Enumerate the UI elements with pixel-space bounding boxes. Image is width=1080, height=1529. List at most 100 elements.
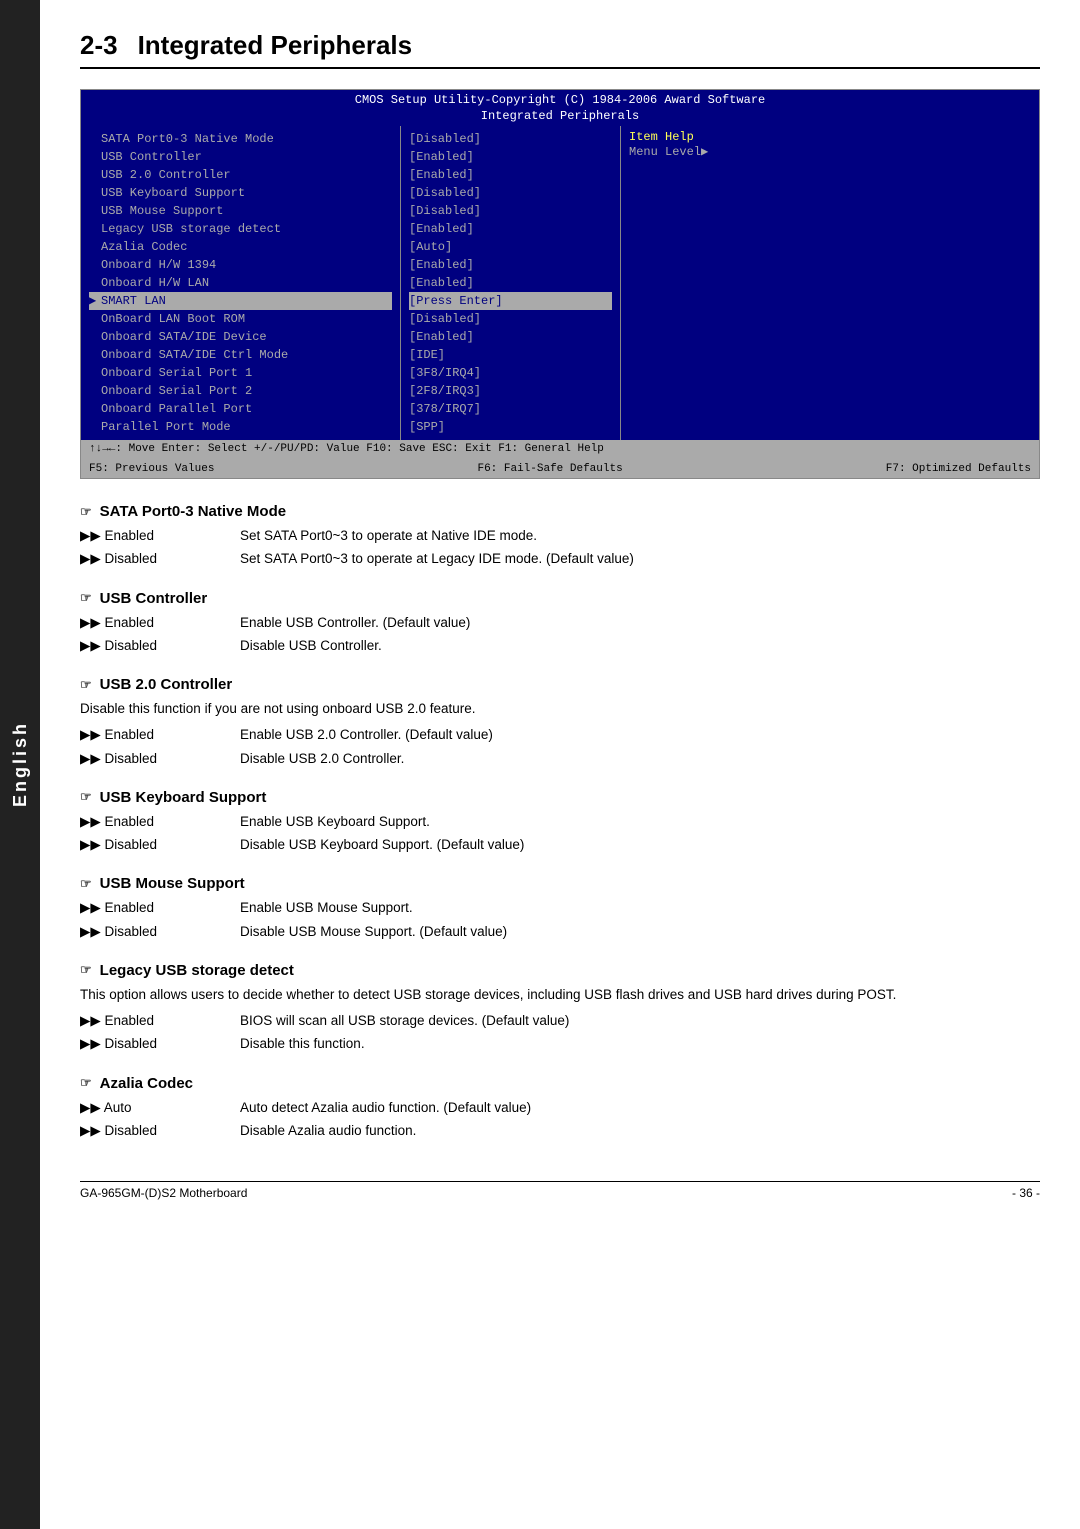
desc-section-usb-controller: ☞ USB Controller ▶▶ Enabled Enable USB C… xyxy=(80,590,1040,657)
desc-section-sata-port: ☞ SATA Port0-3 Native Mode ▶▶ Enabled Se… xyxy=(80,503,1040,570)
option-desc: Disable USB 2.0 Controller. xyxy=(240,749,1040,769)
desc-option: ▶▶ Disabled Disable USB Controller. xyxy=(80,636,1040,656)
desc-option: ▶▶ Enabled Set SATA Port0~3 to operate a… xyxy=(80,526,1040,546)
bios-setup-box: CMOS Setup Utility-Copyright (C) 1984-20… xyxy=(80,89,1040,479)
section-arrow-icon: ☞ xyxy=(80,590,92,606)
section-arrow-icon: ☞ xyxy=(80,677,92,693)
bios-footer-nav: ↑↓→←: Move Enter: Select +/-/PU/PD: Valu… xyxy=(89,443,604,455)
desc-para: This option allows users to decide wheth… xyxy=(80,985,1040,1005)
main-content: 2-3Integrated Peripherals CMOS Setup Uti… xyxy=(40,0,1080,1240)
desc-heading-text: USB Controller xyxy=(100,590,208,607)
option-desc: Disable USB Mouse Support. (Default valu… xyxy=(240,922,1040,942)
bios-footer-row1: ↑↓→←: Move Enter: Select +/-/PU/PD: Valu… xyxy=(89,443,1031,455)
option-desc: Enable USB Keyboard Support. xyxy=(240,812,1040,832)
option-label: ▶▶ Disabled xyxy=(80,1034,240,1054)
sidebar: English xyxy=(0,0,40,1529)
option-desc: Disable USB Keyboard Support. (Default v… xyxy=(240,835,1040,855)
desc-heading-text: Legacy USB storage detect xyxy=(100,962,294,979)
option-desc: BIOS will scan all USB storage devices. … xyxy=(240,1011,1040,1031)
section-arrow-icon: ☞ xyxy=(80,504,92,520)
bios-help-column: Item Help Menu Level▶ xyxy=(621,126,1039,440)
bios-row: USB Keyboard Support xyxy=(89,184,392,202)
bios-value-row: [Enabled] xyxy=(409,328,612,346)
desc-option: ▶▶ Enabled Enable USB Keyboard Support. xyxy=(80,812,1040,832)
bios-value-row: [Disabled] xyxy=(409,310,612,328)
bios-values-column: [Disabled][Enabled][Enabled][Disabled][D… xyxy=(401,126,621,440)
bios-value-row: [Enabled] xyxy=(409,220,612,238)
bios-row: Onboard Serial Port 2 xyxy=(89,382,392,400)
bios-items-column: SATA Port0-3 Native Mode USB Controller … xyxy=(81,126,401,440)
section-arrow-icon: ☞ xyxy=(80,1075,92,1091)
desc-heading-text: SATA Port0-3 Native Mode xyxy=(100,503,286,520)
bios-value-row: [Press Enter] xyxy=(409,292,612,310)
sidebar-label: English xyxy=(10,721,31,807)
bios-value-row: [IDE] xyxy=(409,346,612,364)
option-desc: Disable USB Controller. xyxy=(240,636,1040,656)
desc-section-usb-20-controller: ☞ USB 2.0 Controller Disable this functi… xyxy=(80,676,1040,769)
footer-right: - 36 - xyxy=(1012,1186,1040,1200)
desc-para: Disable this function if you are not usi… xyxy=(80,699,1040,719)
bios-value-row: [Auto] xyxy=(409,238,612,256)
option-desc: Disable this function. xyxy=(240,1034,1040,1054)
desc-option: ▶▶ Enabled Enable USB Mouse Support. xyxy=(80,898,1040,918)
bios-value-row: [Enabled] xyxy=(409,148,612,166)
bios-footer-row2: F5: Previous Values F6: Fail-Safe Defaul… xyxy=(89,463,1031,475)
desc-section-usb-keyboard: ☞ USB Keyboard Support ▶▶ Enabled Enable… xyxy=(80,789,1040,856)
option-label: ▶▶ Disabled xyxy=(80,1121,240,1141)
item-help-title: Item Help xyxy=(629,130,1031,144)
desc-heading: ☞ USB Mouse Support xyxy=(80,875,1040,892)
option-desc: Set SATA Port0~3 to operate at Legacy ID… xyxy=(240,549,1040,569)
desc-option: ▶▶ Disabled Disable Azalia audio functio… xyxy=(80,1121,1040,1141)
option-desc: Enable USB Controller. (Default value) xyxy=(240,613,1040,633)
bios-header-line2: Integrated Peripherals xyxy=(81,108,1039,124)
desc-heading: ☞ USB Controller xyxy=(80,590,1040,607)
bios-row: Onboard Serial Port 1 xyxy=(89,364,392,382)
bios-row: Onboard Parallel Port xyxy=(89,400,392,418)
desc-option: ▶▶ Enabled Enable USB Controller. (Defau… xyxy=(80,613,1040,633)
section-arrow-icon: ☞ xyxy=(80,962,92,978)
desc-heading: ☞ USB 2.0 Controller xyxy=(80,676,1040,693)
option-label: ▶▶ Disabled xyxy=(80,922,240,942)
bios-row: Onboard SATA/IDE Device xyxy=(89,328,392,346)
desc-option: ▶▶ Disabled Disable USB Mouse Support. (… xyxy=(80,922,1040,942)
desc-option: ▶▶ Enabled Enable USB 2.0 Controller. (D… xyxy=(80,725,1040,745)
bios-footer-f5: F5: Previous Values xyxy=(89,463,214,475)
option-label: ▶▶ Auto xyxy=(80,1098,240,1118)
desc-heading-text: USB 2.0 Controller xyxy=(100,676,233,693)
option-label: ▶▶ Enabled xyxy=(80,725,240,745)
option-desc: Auto detect Azalia audio function. (Defa… xyxy=(240,1098,1040,1118)
option-label: ▶▶ Enabled xyxy=(80,613,240,633)
bios-row: USB Mouse Support xyxy=(89,202,392,220)
option-desc: Disable Azalia audio function. xyxy=(240,1121,1040,1141)
option-desc: Set SATA Port0~3 to operate at Native ID… xyxy=(240,526,1040,546)
desc-heading-text: Azalia Codec xyxy=(100,1075,193,1092)
bios-footer-f6: F6: Fail-Safe Defaults xyxy=(477,463,622,475)
option-label: ▶▶ Disabled xyxy=(80,749,240,769)
bios-value-row: [SPP] xyxy=(409,418,612,436)
desc-option: ▶▶ Enabled BIOS will scan all USB storag… xyxy=(80,1011,1040,1031)
footer-left: GA-965GM-(D)S2 Motherboard xyxy=(80,1186,247,1200)
bios-row: Onboard SATA/IDE Ctrl Mode xyxy=(89,346,392,364)
option-label: ▶▶ Enabled xyxy=(80,526,240,546)
bios-row: OnBoard LAN Boot ROM xyxy=(89,310,392,328)
bios-value-row: [378/IRQ7] xyxy=(409,400,612,418)
bios-value-row: [3F8/IRQ4] xyxy=(409,364,612,382)
description-container: ☞ SATA Port0-3 Native Mode ▶▶ Enabled Se… xyxy=(80,503,1040,1141)
bios-body: SATA Port0-3 Native Mode USB Controller … xyxy=(81,126,1039,440)
bios-value-row: [Disabled] xyxy=(409,202,612,220)
bios-footer-f7: F7: Optimized Defaults xyxy=(886,463,1031,475)
bios-header: CMOS Setup Utility-Copyright (C) 1984-20… xyxy=(81,90,1039,126)
option-label: ▶▶ Disabled xyxy=(80,835,240,855)
section-arrow-icon: ☞ xyxy=(80,789,92,805)
bios-footer: ↑↓→←: Move Enter: Select +/-/PU/PD: Valu… xyxy=(81,440,1039,478)
option-label: ▶▶ Disabled xyxy=(80,636,240,656)
bios-row: SATA Port0-3 Native Mode xyxy=(89,130,392,148)
option-label: ▶▶ Enabled xyxy=(80,1011,240,1031)
bios-header-line1: CMOS Setup Utility-Copyright (C) 1984-20… xyxy=(81,92,1039,108)
desc-heading: ☞ SATA Port0-3 Native Mode xyxy=(80,503,1040,520)
option-desc: Enable USB 2.0 Controller. (Default valu… xyxy=(240,725,1040,745)
desc-option: ▶▶ Disabled Set SATA Port0~3 to operate … xyxy=(80,549,1040,569)
bios-row: Onboard H/W 1394 xyxy=(89,256,392,274)
bios-row: USB 2.0 Controller xyxy=(89,166,392,184)
desc-heading: ☞ USB Keyboard Support xyxy=(80,789,1040,806)
